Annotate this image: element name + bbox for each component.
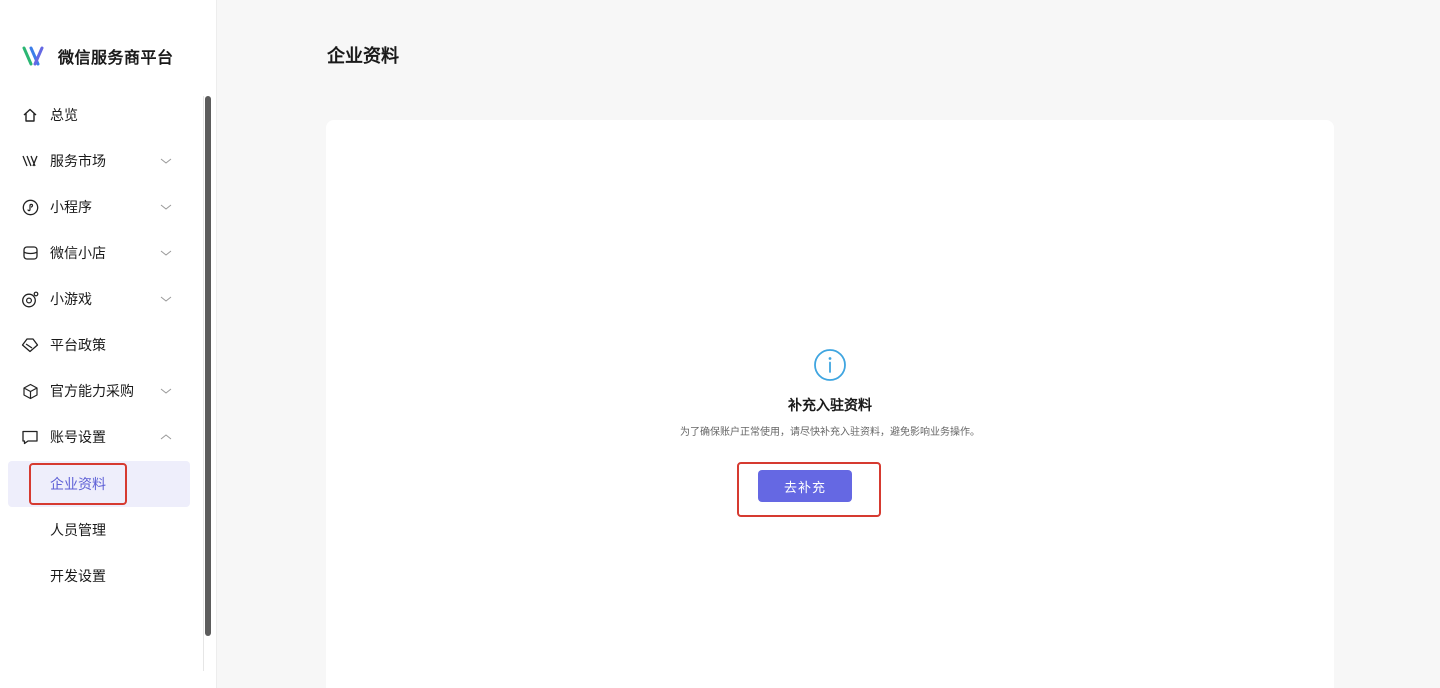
chevron-down-icon <box>160 204 172 210</box>
sidebar-item-mini-game[interactable]: 小游戏 <box>0 281 190 317</box>
sidebar-subitem-label: 人员管理 <box>50 523 106 539</box>
chevron-down-icon <box>160 250 172 256</box>
service-market-icon <box>21 152 39 170</box>
sidebar-item-official-procurement[interactable]: 官方能力采购 <box>0 373 190 409</box>
supplement-button[interactable]: 去补充 <box>758 470 852 502</box>
sidebar-item-wechat-shop[interactable]: 微信小店 <box>0 235 190 271</box>
sidebar-item-label: 总览 <box>50 108 78 124</box>
chevron-up-icon <box>160 434 172 440</box>
sidebar-item-account-settings[interactable]: 账号设置 <box>0 419 190 455</box>
page-title: 企业资料 <box>327 46 399 67</box>
notice-description: 为了确保账户正常使用，请尽快补充入驻资料，避免影响业务操作。 <box>680 427 980 438</box>
sidebar-item-mini-program[interactable]: 小程序 <box>0 189 190 225</box>
policy-icon <box>21 336 39 354</box>
wechat-pay-logo-icon <box>22 46 44 66</box>
sidebar-subitem-company-info[interactable]: 企业资料 <box>8 461 190 507</box>
chevron-down-icon <box>160 296 172 302</box>
info-icon <box>813 348 847 382</box>
sidebar-item-label: 官方能力采购 <box>50 384 134 400</box>
chevron-down-icon <box>160 158 172 164</box>
notice-title: 补充入驻资料 <box>788 398 872 414</box>
sidebar-item-label: 服务市场 <box>50 154 106 170</box>
brand[interactable]: 微信服务商平台 <box>22 42 174 70</box>
sidebar-item-label: 小游戏 <box>50 292 92 308</box>
home-icon <box>21 106 39 124</box>
sidebar-item-label: 小程序 <box>50 200 92 216</box>
sidebar-item-label: 微信小店 <box>50 246 106 262</box>
sidebar-item-service-market[interactable]: 服务市场 <box>0 143 190 179</box>
scrollbar-thumb[interactable] <box>205 96 211 636</box>
supplement-notice: 补充入驻资料 为了确保账户正常使用，请尽快补充入驻资料，避免影响业务操作。 <box>326 348 1334 438</box>
account-icon <box>21 428 39 446</box>
content-card: 补充入驻资料 为了确保账户正常使用，请尽快补充入驻资料，避免影响业务操作。 去补… <box>326 120 1334 688</box>
sidebar-subitem-label: 企业资料 <box>50 477 106 493</box>
sidebar-item-overview[interactable]: 总览 <box>0 97 190 133</box>
sidebar-item-platform-policy[interactable]: 平台政策 <box>0 327 190 363</box>
sidebar-item-label: 平台政策 <box>50 338 106 354</box>
sidebar-subitem-label: 开发设置 <box>50 569 106 585</box>
sidebar-subitem-staff-management[interactable]: 人员管理 <box>8 507 190 553</box>
sidebar-item-label: 账号设置 <box>50 430 106 446</box>
game-icon <box>21 290 39 308</box>
brand-name: 微信服务商平台 <box>58 48 174 67</box>
sidebar-subitem-dev-settings[interactable]: 开发设置 <box>8 553 190 599</box>
scrollbar-track <box>203 96 204 671</box>
shop-icon <box>21 244 39 262</box>
box-icon <box>21 382 39 400</box>
chevron-down-icon <box>160 388 172 394</box>
sidebar: 微信服务商平台 总览 服务市场 小程序 微信小店 小游戏 平台政策 官方能力采购… <box>0 0 217 688</box>
mini-program-icon <box>21 198 39 216</box>
